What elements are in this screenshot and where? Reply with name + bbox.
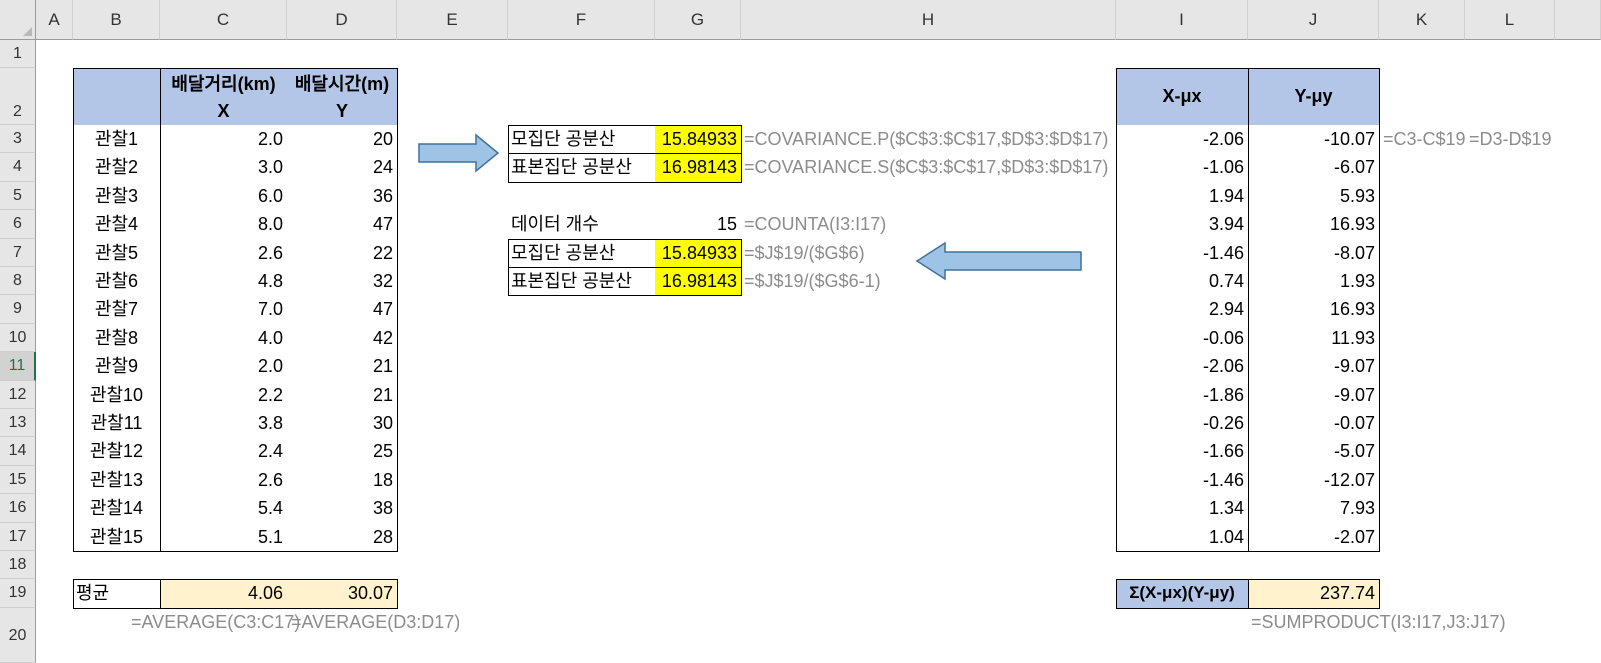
arrow-left-icon	[915, 241, 1082, 281]
population-covariance-formula-2: =$J$19/($G$6)	[744, 242, 865, 263]
y-deviation-formula: =D3-D$19	[1469, 129, 1552, 149]
data-count-label: 데이터 개수	[511, 214, 599, 235]
arrow-right-icon	[418, 133, 500, 173]
table1-border	[73, 68, 398, 552]
row-header-6[interactable]: 6	[0, 210, 36, 239]
population-covariance-label: 모집단 공분산	[511, 129, 616, 149]
average-label: 평균	[76, 583, 110, 604]
column-header-g[interactable]: G	[655, 0, 741, 40]
row-header-9[interactable]: 9	[0, 295, 36, 324]
population-covariance-value: 15.84933	[661, 129, 737, 149]
data-count-formula: =COUNTA(I3:I17)	[744, 214, 887, 235]
sum-label: Σ(X-μx)(Y-μy)	[1129, 583, 1235, 603]
population-covariance-label-2: 모집단 공분산	[511, 242, 616, 263]
x-deviation-formula: =C3-C$19	[1383, 129, 1466, 149]
column-header-a[interactable]: A	[36, 0, 73, 40]
select-all-corner[interactable]	[0, 0, 36, 40]
column-header-d[interactable]: D	[287, 0, 397, 40]
average-y-formula: =AVERAGE(D3:D17)	[291, 611, 461, 632]
average-x-formula: =AVERAGE(C3:C17)	[131, 611, 301, 632]
row-header-14[interactable]: 14	[0, 437, 36, 466]
sample-covariance-formula: =COVARIANCE.S($C$3:$C$17,$D$3:$D$17)	[744, 157, 1109, 178]
column-header-h[interactable]: H	[741, 0, 1116, 40]
column-header-b[interactable]: B	[73, 0, 160, 40]
row-header-20[interactable]: 20	[0, 607, 36, 663]
row-header-4[interactable]: 4	[0, 153, 36, 182]
column-header-filler	[1555, 0, 1601, 40]
row-header-18[interactable]: 18	[0, 551, 36, 580]
row-header-5[interactable]: 5	[0, 181, 36, 211]
average-x: 4.06	[247, 583, 283, 604]
row-header-1[interactable]: 1	[0, 40, 36, 68]
row-header-2[interactable]: 2	[0, 68, 36, 125]
population-covariance-formula: =COVARIANCE.P($C$3:$C$17,$D$3:$D$17)	[744, 129, 1109, 149]
row-header-8[interactable]: 8	[0, 267, 36, 296]
sumproduct-formula: =SUMPRODUCT(I3:I17,J3:J17)	[1251, 611, 1506, 632]
average-y: 30.07	[347, 583, 393, 604]
sample-covariance-formula-2: =$J$19/($G$6-1)	[744, 271, 881, 291]
column-header-j[interactable]: J	[1248, 0, 1379, 40]
sum-value: 237.74	[1319, 583, 1375, 604]
column-header-c[interactable]: C	[160, 0, 287, 40]
row-header-12[interactable]: 12	[0, 380, 36, 409]
column-header-i[interactable]: I	[1116, 0, 1248, 40]
column-header-l[interactable]: L	[1465, 0, 1555, 40]
sample-covariance-value-2: 16.98143	[661, 271, 737, 291]
row-header-3[interactable]: 3	[0, 125, 36, 154]
sample-covariance-label: 표본집단 공분산	[511, 157, 632, 178]
table1-divider	[160, 68, 161, 551]
column-header-f[interactable]: F	[508, 0, 655, 40]
row-header-15[interactable]: 15	[0, 465, 36, 495]
row-header-16[interactable]: 16	[0, 494, 36, 523]
row-header-7[interactable]: 7	[0, 238, 36, 267]
sample-covariance-label-2: 표본집단 공분산	[511, 271, 632, 291]
population-covariance-value-2: 15.84933	[661, 242, 737, 263]
column-header-e[interactable]: E	[397, 0, 508, 40]
row-header-11[interactable]: 11	[0, 352, 36, 381]
row-header-10[interactable]: 10	[0, 323, 36, 353]
data-count-value: 15	[716, 214, 737, 235]
table2-divider	[1248, 68, 1249, 551]
column-header-k[interactable]: K	[1379, 0, 1465, 40]
row-header-19[interactable]: 19	[0, 579, 36, 608]
sample-covariance-value: 16.98143	[661, 157, 737, 178]
row-header-13[interactable]: 13	[0, 409, 36, 438]
row-header-17[interactable]: 17	[0, 522, 36, 551]
